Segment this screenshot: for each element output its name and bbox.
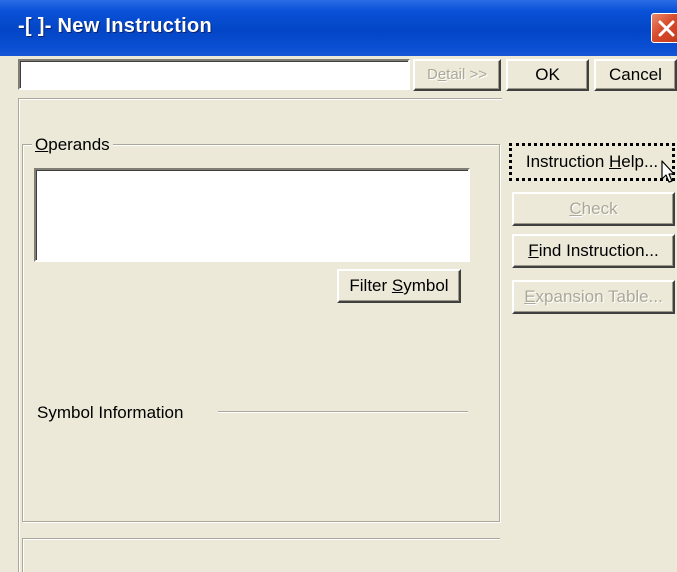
filter-symbol-button[interactable]: Filter Symbol bbox=[337, 269, 461, 303]
title-bar[interactable]: -[ ]- New Instruction bbox=[0, 0, 677, 56]
instruction-help-button[interactable]: Instruction Help... bbox=[509, 143, 675, 181]
operands-label-rest: perands bbox=[48, 135, 110, 154]
help-label-mnemonic: H bbox=[609, 152, 622, 171]
detail-label-pre: D bbox=[426, 66, 438, 83]
instruction-input[interactable] bbox=[18, 59, 410, 90]
close-x-icon bbox=[658, 20, 675, 37]
check-label-mnemonic: C bbox=[569, 199, 582, 218]
find-instruction-button[interactable]: Find Instruction... bbox=[512, 234, 675, 268]
filter-label-mnemonic: S bbox=[391, 276, 404, 295]
help-label-pre: Instruction bbox=[525, 152, 609, 171]
operands-label-mnemonic: O bbox=[35, 135, 49, 154]
ok-button[interactable]: OK bbox=[506, 59, 589, 91]
detail-label-post: tail >> bbox=[446, 66, 488, 83]
symbol-information-label: Symbol Information bbox=[37, 403, 184, 422]
expansion-label-mnemonic: E bbox=[524, 287, 536, 306]
detail-button[interactable]: Detail >> bbox=[413, 59, 501, 91]
close-button[interactable] bbox=[651, 13, 677, 43]
detail-label-mnemonic: e bbox=[437, 66, 447, 83]
cancel-button[interactable]: Cancel bbox=[594, 59, 677, 91]
operands-textbox[interactable] bbox=[34, 168, 470, 262]
expansion-table-button[interactable]: Expansion Table... bbox=[512, 280, 675, 314]
operands-label: Operands bbox=[32, 135, 113, 155]
filter-label-pre: Filter bbox=[349, 276, 392, 295]
check-label-post: heck bbox=[581, 199, 618, 218]
help-label-post: elp... bbox=[621, 152, 659, 171]
check-button[interactable]: Check bbox=[512, 192, 675, 226]
status-field bbox=[22, 538, 500, 572]
window-title: -[ ]- New Instruction bbox=[18, 15, 213, 37]
find-label-mnemonic: F bbox=[528, 241, 539, 260]
filter-label-post: ymbol bbox=[403, 276, 449, 295]
expansion-label-post: xpansion Table... bbox=[535, 287, 663, 306]
find-label-post: ind Instruction... bbox=[538, 241, 659, 260]
arrow-pointer-icon bbox=[661, 160, 675, 183]
symbol-information-divider bbox=[218, 411, 468, 413]
